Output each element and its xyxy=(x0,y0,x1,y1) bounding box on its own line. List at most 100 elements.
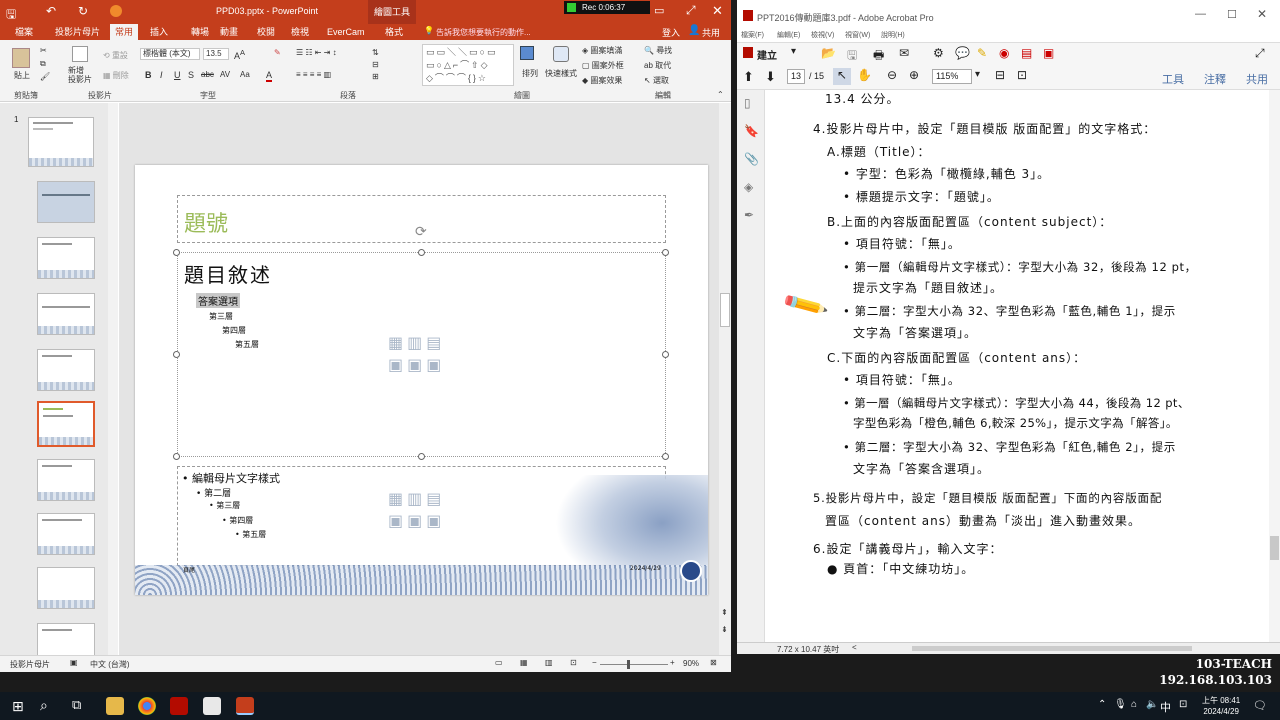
rotate-handle-icon[interactable]: ⟳ xyxy=(415,223,427,240)
find-button[interactable]: 🔍 尋找 xyxy=(644,45,672,56)
font-name-combo[interactable]: 標楷體 (本文) xyxy=(140,48,200,60)
tab-home[interactable]: 常用 xyxy=(110,24,139,40)
tab-review[interactable]: 校閱 xyxy=(252,24,280,40)
format-painter-icon[interactable]: 🖌 xyxy=(40,72,50,81)
tab-animations[interactable]: 動畫 xyxy=(215,24,243,40)
resize-handle[interactable] xyxy=(173,453,180,460)
share-button[interactable]: 共用 xyxy=(1246,71,1268,87)
minimize-icon[interactable]: — xyxy=(1195,8,1206,20)
prev-slide-icon[interactable]: ⇞ xyxy=(721,608,728,617)
shape-fill-button[interactable]: ◈ 圖案填滿 xyxy=(582,45,622,56)
menu-view[interactable]: 檢視(V) xyxy=(811,30,834,40)
comment-button[interactable]: 注釋 xyxy=(1204,71,1226,87)
clear-format-icon[interactable]: ✎ xyxy=(274,48,281,57)
zoom-slider-thumb[interactable] xyxy=(627,660,630,669)
zoom-slider[interactable] xyxy=(600,664,668,665)
layers-icon[interactable]: ◈ xyxy=(744,180,753,194)
layout-thumbnail[interactable] xyxy=(37,513,95,555)
maximize-icon[interactable]: ⤢ xyxy=(686,3,696,18)
arrange-label[interactable]: 排列 xyxy=(522,68,538,79)
tab-evercam[interactable]: EverCam xyxy=(322,24,370,40)
mic-icon[interactable]: 🎙 xyxy=(1114,699,1127,710)
create-dropdown-icon[interactable]: ▾ xyxy=(791,46,796,57)
export-icon[interactable]: ▤ xyxy=(1021,46,1032,60)
rotate-icon[interactable]: ⊡ xyxy=(1017,68,1027,82)
text-direction-icon[interactable]: ⇅ xyxy=(372,48,379,57)
tab-file[interactable]: 檔案 xyxy=(10,24,38,40)
menu-file[interactable]: 檔案(F) xyxy=(741,30,764,40)
resize-handle[interactable] xyxy=(662,453,669,460)
shape-effects-button[interactable]: ◆ 圖案效果 xyxy=(582,75,622,86)
align-icons[interactable]: ≡ ≡ ≡ ≡ ▥ xyxy=(296,70,331,79)
pdf-scrollbar[interactable] xyxy=(1269,90,1280,642)
zoom-combo[interactable]: 115% xyxy=(932,69,972,84)
create-icon[interactable] xyxy=(743,47,753,58)
bullets-icon[interactable]: ☰ ☷ ⇤ ⇥ ↕ xyxy=(296,48,337,57)
undo-icon[interactable]: ↶ xyxy=(46,4,56,18)
resize-handle[interactable] xyxy=(418,453,425,460)
share-button[interactable]: 共用 xyxy=(702,26,720,39)
reading-view-icon[interactable]: ▥ xyxy=(545,658,553,667)
normal-view-icon[interactable]: ▭ xyxy=(495,658,503,667)
char-spacing-icon[interactable]: AV xyxy=(220,70,230,79)
notification-icon[interactable]: 🗨 xyxy=(1253,699,1267,712)
layout-thumbnail[interactable] xyxy=(37,349,95,391)
tab-transitions[interactable]: 轉場 xyxy=(186,24,214,40)
thumb-scrollbar[interactable] xyxy=(108,103,118,655)
grow-font-icon[interactable]: AA xyxy=(234,48,245,61)
redo-icon[interactable]: ↻ xyxy=(78,4,88,18)
layout-thumbnail-selected[interactable] xyxy=(37,401,95,447)
shadow-icon[interactable]: S xyxy=(188,70,194,80)
replace-button[interactable]: ab 取代 xyxy=(644,60,671,71)
open-icon[interactable]: 📂 xyxy=(821,46,836,60)
underline-icon[interactable]: U xyxy=(174,70,181,80)
pdf-scroll-thumb[interactable] xyxy=(1270,536,1279,560)
layout-thumbnail[interactable] xyxy=(37,293,95,335)
slideshow-icon[interactable]: ⊡ xyxy=(570,658,577,667)
tab-view[interactable]: 檢視 xyxy=(286,24,314,40)
network-icon[interactable]: ⌂ xyxy=(1131,699,1137,710)
align-text-icon[interactable]: ⊟ xyxy=(372,60,379,69)
file-explorer-icon[interactable] xyxy=(106,697,124,715)
shapes-gallery[interactable]: ▭▭＼＼▭○▭ ▭○△⌐⌒⇧◇ ◇⌒⌒⌒{}☆ xyxy=(422,44,514,86)
hand-tool-icon[interactable]: ✋ xyxy=(857,68,872,82)
sign-in-link[interactable]: 登入 xyxy=(662,26,680,39)
protect-icon[interactable]: ▣ xyxy=(1043,46,1054,60)
cut-icon[interactable]: ✂ xyxy=(40,46,47,55)
layout-thumbnail[interactable] xyxy=(37,567,95,609)
evercam-taskbar-icon[interactable] xyxy=(203,697,221,715)
new-slide-label[interactable]: 新增 投影片 xyxy=(68,66,92,84)
strikethrough-icon[interactable]: abc xyxy=(201,70,214,79)
language-label[interactable]: 中文 (台灣) xyxy=(90,659,130,670)
fit-page-icon[interactable]: ⊟ xyxy=(995,68,1005,82)
content-insert-icons[interactable]: ▦▥▤ ▣▣▣ xyxy=(388,489,458,535)
save-icon[interactable]: 🖫 xyxy=(6,5,16,26)
delete-button[interactable]: ▦ 刪除 xyxy=(103,70,129,81)
ime-indicator[interactable]: 中 xyxy=(1160,699,1171,715)
font-size-combo[interactable]: 13.5 xyxy=(203,48,229,60)
volume-icon[interactable]: 🔈 xyxy=(1146,699,1158,710)
next-slide-icon[interactable]: ⇟ xyxy=(721,625,728,634)
shape-outline-button[interactable]: ▢ 圖案外框 xyxy=(582,60,624,71)
tell-me-input[interactable]: 告訴我您想要執行的動作... xyxy=(436,27,531,38)
bookmark-icon[interactable]: 🔖 xyxy=(744,124,759,138)
close-icon[interactable]: ✕ xyxy=(1257,7,1267,21)
quick-styles-label[interactable]: 快速樣式 xyxy=(545,68,577,79)
next-page-icon[interactable]: ⬇ xyxy=(765,69,776,85)
resize-handle[interactable] xyxy=(662,249,669,256)
spelling-icon[interactable]: ▣ xyxy=(70,658,78,667)
hscroll-left-icon[interactable]: < xyxy=(852,643,857,652)
hscroll-thumb[interactable] xyxy=(912,646,1192,651)
maximize-icon[interactable]: ☐ xyxy=(1227,8,1237,21)
fit-slide-icon[interactable]: ⊠ xyxy=(710,658,717,667)
create-button[interactable]: 建立 xyxy=(757,47,777,62)
email-icon[interactable]: ✉ xyxy=(899,46,909,60)
prev-page-icon[interactable]: ⬆ xyxy=(743,69,754,85)
new-slide-icon[interactable] xyxy=(72,46,88,62)
resize-handle[interactable] xyxy=(418,249,425,256)
tab-format[interactable]: 格式 xyxy=(380,24,408,40)
menu-edit[interactable]: 編輯(E) xyxy=(777,30,800,40)
layout-thumbnail[interactable] xyxy=(37,181,95,223)
zoom-dropdown-icon[interactable]: ▾ xyxy=(975,69,980,80)
menu-window[interactable]: 視窗(W) xyxy=(845,30,870,40)
